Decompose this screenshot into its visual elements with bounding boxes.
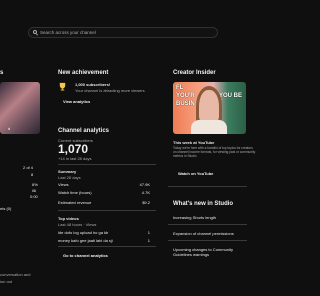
left-stat: 8% — [32, 182, 38, 187]
top-video-row[interactable]: lde dofo log upload ho ga kb 1 — [58, 230, 150, 235]
top-bar — [0, 0, 247, 18]
metric-value: $9.2 — [142, 200, 150, 205]
comments-link[interactable]: nts (0) — [0, 206, 11, 211]
video-title[interactable]: money kafo gee jaati lahi da sji — [58, 238, 113, 243]
left-footer-text: conversation and — [0, 272, 31, 277]
thumbnail-text: YOU'R — [176, 93, 195, 99]
thumbnail-text: YOU BE — [219, 93, 243, 99]
achievement-detail: Your channel is attracting more viewers — [75, 88, 145, 93]
whats-new-item[interactable]: Expansion of channel permissions — [173, 231, 234, 236]
video-title[interactable]: lde dofo log upload ho ga kb — [58, 230, 108, 235]
summary-period: Last 28 days — [58, 175, 81, 180]
summary-row: Estimated revenue $9.2 — [58, 200, 150, 205]
whats-new-title: What's new in Studio — [173, 201, 234, 207]
search-bar[interactable]: Search across your channel — [28, 27, 218, 38]
divider — [58, 246, 156, 247]
divider — [168, 224, 247, 225]
metric-value: 4.7K — [141, 190, 150, 195]
video-views: 1 — [147, 238, 150, 243]
metric-label: Estimated revenue — [58, 200, 92, 205]
new-achievement-title: New achievement — [58, 70, 109, 76]
search-input[interactable]: Search across your channel — [40, 30, 96, 36]
search-icon — [33, 30, 37, 34]
achievement-headline: 1,000 subscribers! — [75, 82, 111, 87]
left-stat: 8 — [31, 172, 34, 177]
left-stat: 0:00 — [30, 194, 38, 199]
top-videos-title: Top videos — [58, 216, 79, 221]
metric-label: Views — [58, 182, 69, 187]
thumbnail-text: BUSIN — [176, 101, 195, 107]
subscribers-count: 1,070 — [58, 142, 89, 156]
divider — [168, 240, 247, 241]
insider-video-title[interactable]: This week at YouTube — [173, 140, 214, 145]
top-video-row[interactable]: money kafo gee jaati lahi da sji 1 — [58, 238, 150, 243]
summary-title: Summary — [58, 169, 77, 174]
left-stat: 2 of 4 — [23, 165, 34, 170]
whats-new-item[interactable]: Upcoming changes to Community Guidelines… — [173, 247, 245, 257]
metric-value: 47.9K — [139, 182, 150, 187]
summary-row: Views 47.9K — [58, 182, 150, 187]
top-videos-period: Last 48 hours · Views — [58, 222, 97, 227]
divider — [58, 164, 156, 165]
channel-analytics-title: Channel analytics — [58, 128, 110, 134]
left-section-heading: s — [0, 70, 4, 76]
metric-label: Watch time (hours) — [58, 190, 92, 195]
video-views: 1 — [147, 230, 150, 235]
trophy-icon — [59, 82, 66, 91]
subscribers-delta: +14 in last 28 days — [58, 156, 92, 161]
insider-video-desc: metrics in Studio — [173, 154, 197, 158]
creator-insider-title: Creator Insider — [173, 70, 216, 76]
divider — [168, 186, 247, 187]
view-analytics-button[interactable]: View analytics — [63, 99, 90, 104]
creator-insider-thumbnail[interactable]: FL YOU'R YOU BE BUSIN — [173, 82, 246, 134]
whats-new-item[interactable]: Increasing Shorts length — [173, 215, 216, 220]
left-footer-text: ion out — [0, 279, 13, 284]
divider — [58, 210, 156, 211]
latest-video-thumbnail[interactable] — [0, 82, 40, 134]
presenter-shirt — [191, 120, 227, 134]
watch-on-youtube-button[interactable]: Watch on YouTube — [178, 171, 213, 176]
thumbnail-caption: d — [8, 126, 11, 131]
summary-row: Watch time (hours) 4.7K — [58, 190, 150, 195]
go-to-channel-analytics-button[interactable]: Go to channel analytics — [63, 253, 108, 258]
thumbnail-text: FL — [176, 85, 184, 91]
left-stat: ii6 — [32, 188, 37, 193]
